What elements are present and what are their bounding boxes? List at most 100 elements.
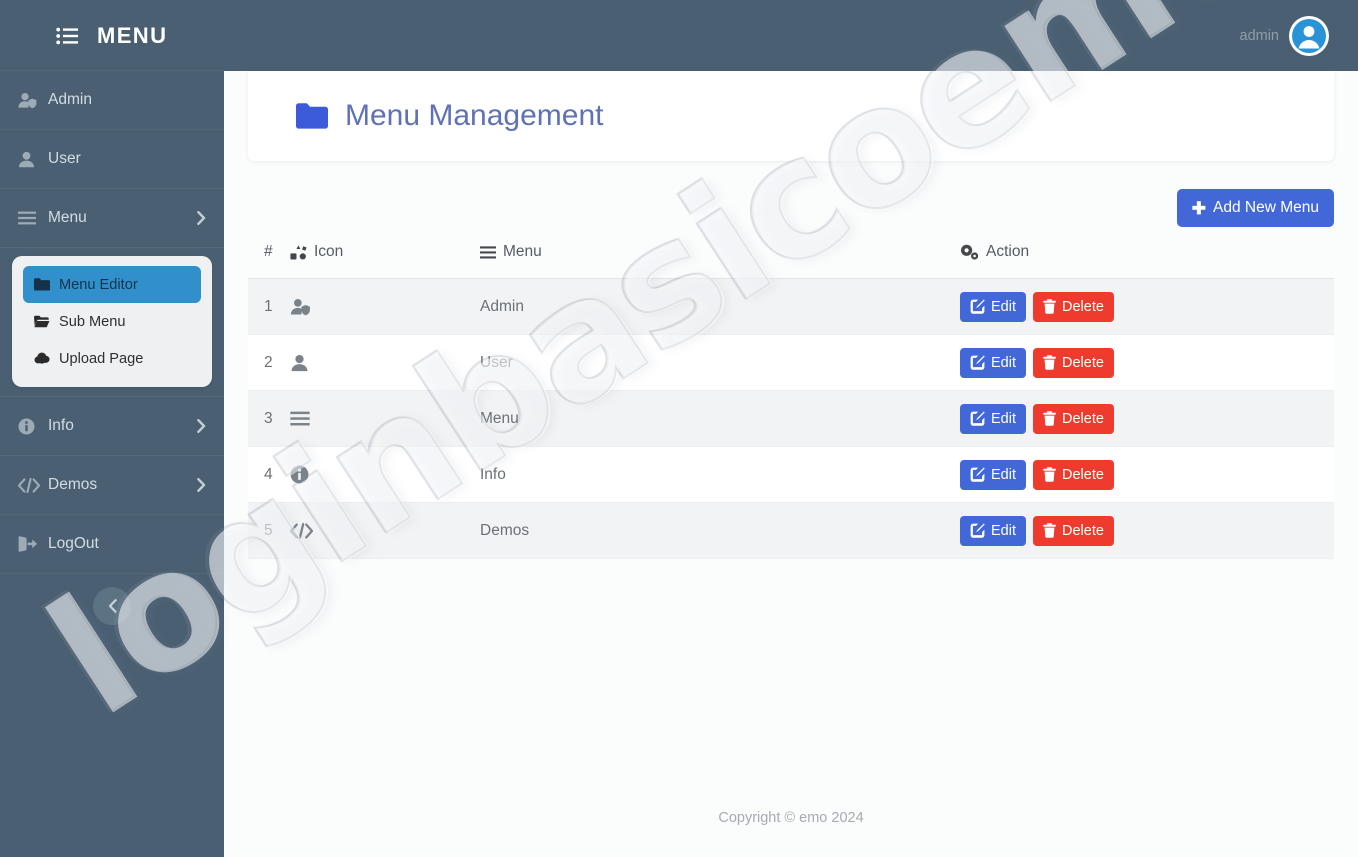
sidebar-item-admin[interactable]: Admin bbox=[0, 70, 224, 130]
edit-button[interactable]: Edit bbox=[960, 403, 1026, 434]
user-icon bbox=[18, 151, 44, 168]
col-header-number-label: # bbox=[264, 243, 273, 260]
folder-icon bbox=[296, 103, 328, 129]
copyright-text: Copyright © emo 2024 bbox=[718, 810, 864, 826]
sidebar-item-label: Demos bbox=[48, 476, 98, 493]
submenu-item-upload-page[interactable]: Upload Page bbox=[23, 340, 201, 377]
brand-title: MENU bbox=[97, 22, 168, 48]
sidebar-collapse-button[interactable] bbox=[93, 587, 131, 625]
edit-button[interactable]: Edit bbox=[960, 459, 1026, 490]
edit-label: Edit bbox=[991, 354, 1016, 371]
row-menu-name: Menu bbox=[480, 390, 960, 447]
trash-icon bbox=[1043, 355, 1056, 370]
chevron-right-icon bbox=[197, 419, 206, 433]
menu-table-body: 1 Admin Edit Delete 2 User Edit Delete 3… bbox=[248, 278, 1334, 559]
sidebar-item-menu[interactable]: Menu bbox=[0, 188, 224, 248]
delete-button[interactable]: Delete bbox=[1033, 515, 1114, 546]
admin-username-label: admin bbox=[1239, 27, 1280, 44]
row-action-cell: Edit Delete bbox=[960, 446, 1334, 503]
pencil-square-icon bbox=[970, 355, 985, 370]
sidebar-item-info[interactable]: Info bbox=[0, 396, 224, 456]
user-shield-icon bbox=[290, 298, 480, 316]
col-header-icon-label: Icon bbox=[314, 243, 344, 260]
plus-icon: ✚ bbox=[1191, 198, 1207, 218]
row-number: 3 bbox=[248, 390, 290, 447]
col-header-menu: Menu bbox=[480, 243, 960, 279]
bars-icon bbox=[480, 245, 496, 259]
row-icon-cell bbox=[290, 334, 480, 391]
sidebar-item-logout[interactable]: LogOut bbox=[0, 514, 224, 574]
delete-button[interactable]: Delete bbox=[1033, 403, 1114, 434]
sidebar-item-label: Menu bbox=[48, 209, 87, 226]
sidebar-item-label: Admin bbox=[48, 91, 92, 108]
user-shield-icon bbox=[18, 92, 44, 109]
pencil-square-icon bbox=[970, 411, 985, 426]
row-menu-name: User bbox=[480, 334, 960, 391]
icons-icon bbox=[290, 244, 307, 260]
delete-label: Delete bbox=[1062, 522, 1104, 539]
edit-label: Edit bbox=[991, 298, 1016, 315]
submenu-item-menu-editor[interactable]: Menu Editor bbox=[23, 266, 201, 303]
trash-icon bbox=[1043, 411, 1056, 426]
info-circle-icon bbox=[18, 418, 44, 435]
col-header-number: # bbox=[248, 243, 290, 279]
sidebar-item-label: Info bbox=[48, 417, 74, 434]
row-icon-cell bbox=[290, 278, 480, 335]
row-menu-name: Demos bbox=[480, 502, 960, 559]
chevron-right-icon bbox=[197, 211, 206, 225]
edit-button[interactable]: Edit bbox=[960, 515, 1026, 546]
add-new-menu-label: Add New Menu bbox=[1213, 199, 1319, 216]
edit-label: Edit bbox=[991, 522, 1016, 539]
submenu-panel: Menu Editor Sub Menu Upload Page bbox=[12, 256, 212, 387]
sidebar-item-label: LogOut bbox=[48, 535, 99, 552]
page-title-text: Menu Management bbox=[345, 99, 604, 132]
submenu-item-sub-menu[interactable]: Sub Menu bbox=[23, 303, 201, 340]
add-new-menu-button[interactable]: ✚ Add New Menu bbox=[1176, 189, 1334, 227]
top-bar: MENU admin bbox=[0, 0, 1358, 71]
col-header-action-label: Action bbox=[986, 243, 1030, 260]
edit-button[interactable]: Edit bbox=[960, 347, 1026, 378]
delete-button[interactable]: Delete bbox=[1033, 347, 1114, 378]
main-content: Menu Management ✚ Add New Menu # Icon Me… bbox=[224, 71, 1358, 857]
submenu-item-label: Sub Menu bbox=[59, 313, 126, 330]
pencil-square-icon bbox=[970, 523, 985, 538]
action-bar: ✚ Add New Menu bbox=[224, 161, 1358, 227]
menu-table-wrap: # Icon Menu Action 1 Admin Edit Delete 2… bbox=[248, 243, 1334, 559]
folder-icon bbox=[34, 278, 50, 291]
sidebar: Admin User Menu Menu Editor Sub Menu Upl… bbox=[0, 70, 224, 857]
sidebar-item-demos[interactable]: Demos bbox=[0, 455, 224, 515]
code-icon bbox=[290, 522, 480, 539]
table-row: 5 Demos Edit Delete bbox=[248, 502, 1334, 559]
delete-button[interactable]: Delete bbox=[1033, 459, 1114, 490]
chevron-left-icon bbox=[108, 599, 117, 613]
delete-label: Delete bbox=[1062, 466, 1104, 483]
table-row: 2 User Edit Delete bbox=[248, 334, 1334, 391]
cloud-upload-icon bbox=[34, 352, 50, 365]
row-action-cell: Edit Delete bbox=[960, 278, 1334, 335]
sidebar-item-label: User bbox=[48, 150, 81, 167]
table-row: 1 Admin Edit Delete bbox=[248, 278, 1334, 335]
table-row: 4 Info Edit Delete bbox=[248, 446, 1334, 503]
collapse-button-wrap bbox=[0, 574, 224, 638]
delete-label: Delete bbox=[1062, 354, 1104, 371]
pencil-square-icon bbox=[970, 299, 985, 314]
footer: Copyright © emo 2024 bbox=[224, 779, 1358, 857]
sign-out-icon bbox=[18, 536, 44, 552]
col-header-menu-label: Menu bbox=[503, 243, 542, 260]
row-icon-cell bbox=[290, 502, 480, 559]
avatar[interactable] bbox=[1289, 15, 1329, 56]
delete-label: Delete bbox=[1062, 298, 1104, 315]
info-circle-icon bbox=[290, 465, 480, 484]
delete-button[interactable]: Delete bbox=[1033, 291, 1114, 322]
top-bar-left: MENU bbox=[0, 23, 167, 49]
folder-open-icon bbox=[34, 315, 50, 328]
page-header-card: Menu Management bbox=[248, 71, 1334, 161]
list-ul-icon[interactable] bbox=[56, 27, 78, 45]
edit-button[interactable]: Edit bbox=[960, 291, 1026, 322]
trash-icon bbox=[1043, 467, 1056, 482]
row-action-cell: Edit Delete bbox=[960, 334, 1334, 391]
row-number: 4 bbox=[248, 446, 290, 503]
user-icon bbox=[290, 354, 480, 372]
app-root: MENU admin Admin User Menu Menu Editor S… bbox=[0, 0, 1358, 857]
sidebar-item-user[interactable]: User bbox=[0, 129, 224, 189]
